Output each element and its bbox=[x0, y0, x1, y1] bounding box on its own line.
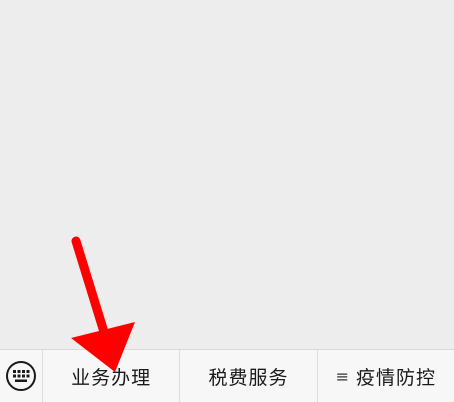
menu-item-epidemic-prevention-label: 疫情防控 bbox=[356, 366, 437, 389]
chat-area bbox=[0, 0, 454, 349]
menu-item-tax-services-label: 税费服务 bbox=[208, 366, 289, 389]
submenu-indicator-icon: ≡ bbox=[335, 366, 351, 386]
bottom-menu-bar: 业务办理 税费服务 ≡ 疫情防控 bbox=[0, 349, 454, 402]
keyboard-icon bbox=[6, 361, 36, 391]
menu-item-business-label: 业务办理 bbox=[71, 366, 152, 389]
keyboard-toggle-button[interactable] bbox=[0, 350, 43, 402]
menu-item-tax-services[interactable]: 税费服务 bbox=[180, 350, 318, 402]
menu-item-business[interactable]: 业务办理 bbox=[43, 350, 181, 402]
menu-item-epidemic-prevention[interactable]: ≡ 疫情防控 bbox=[318, 350, 454, 402]
